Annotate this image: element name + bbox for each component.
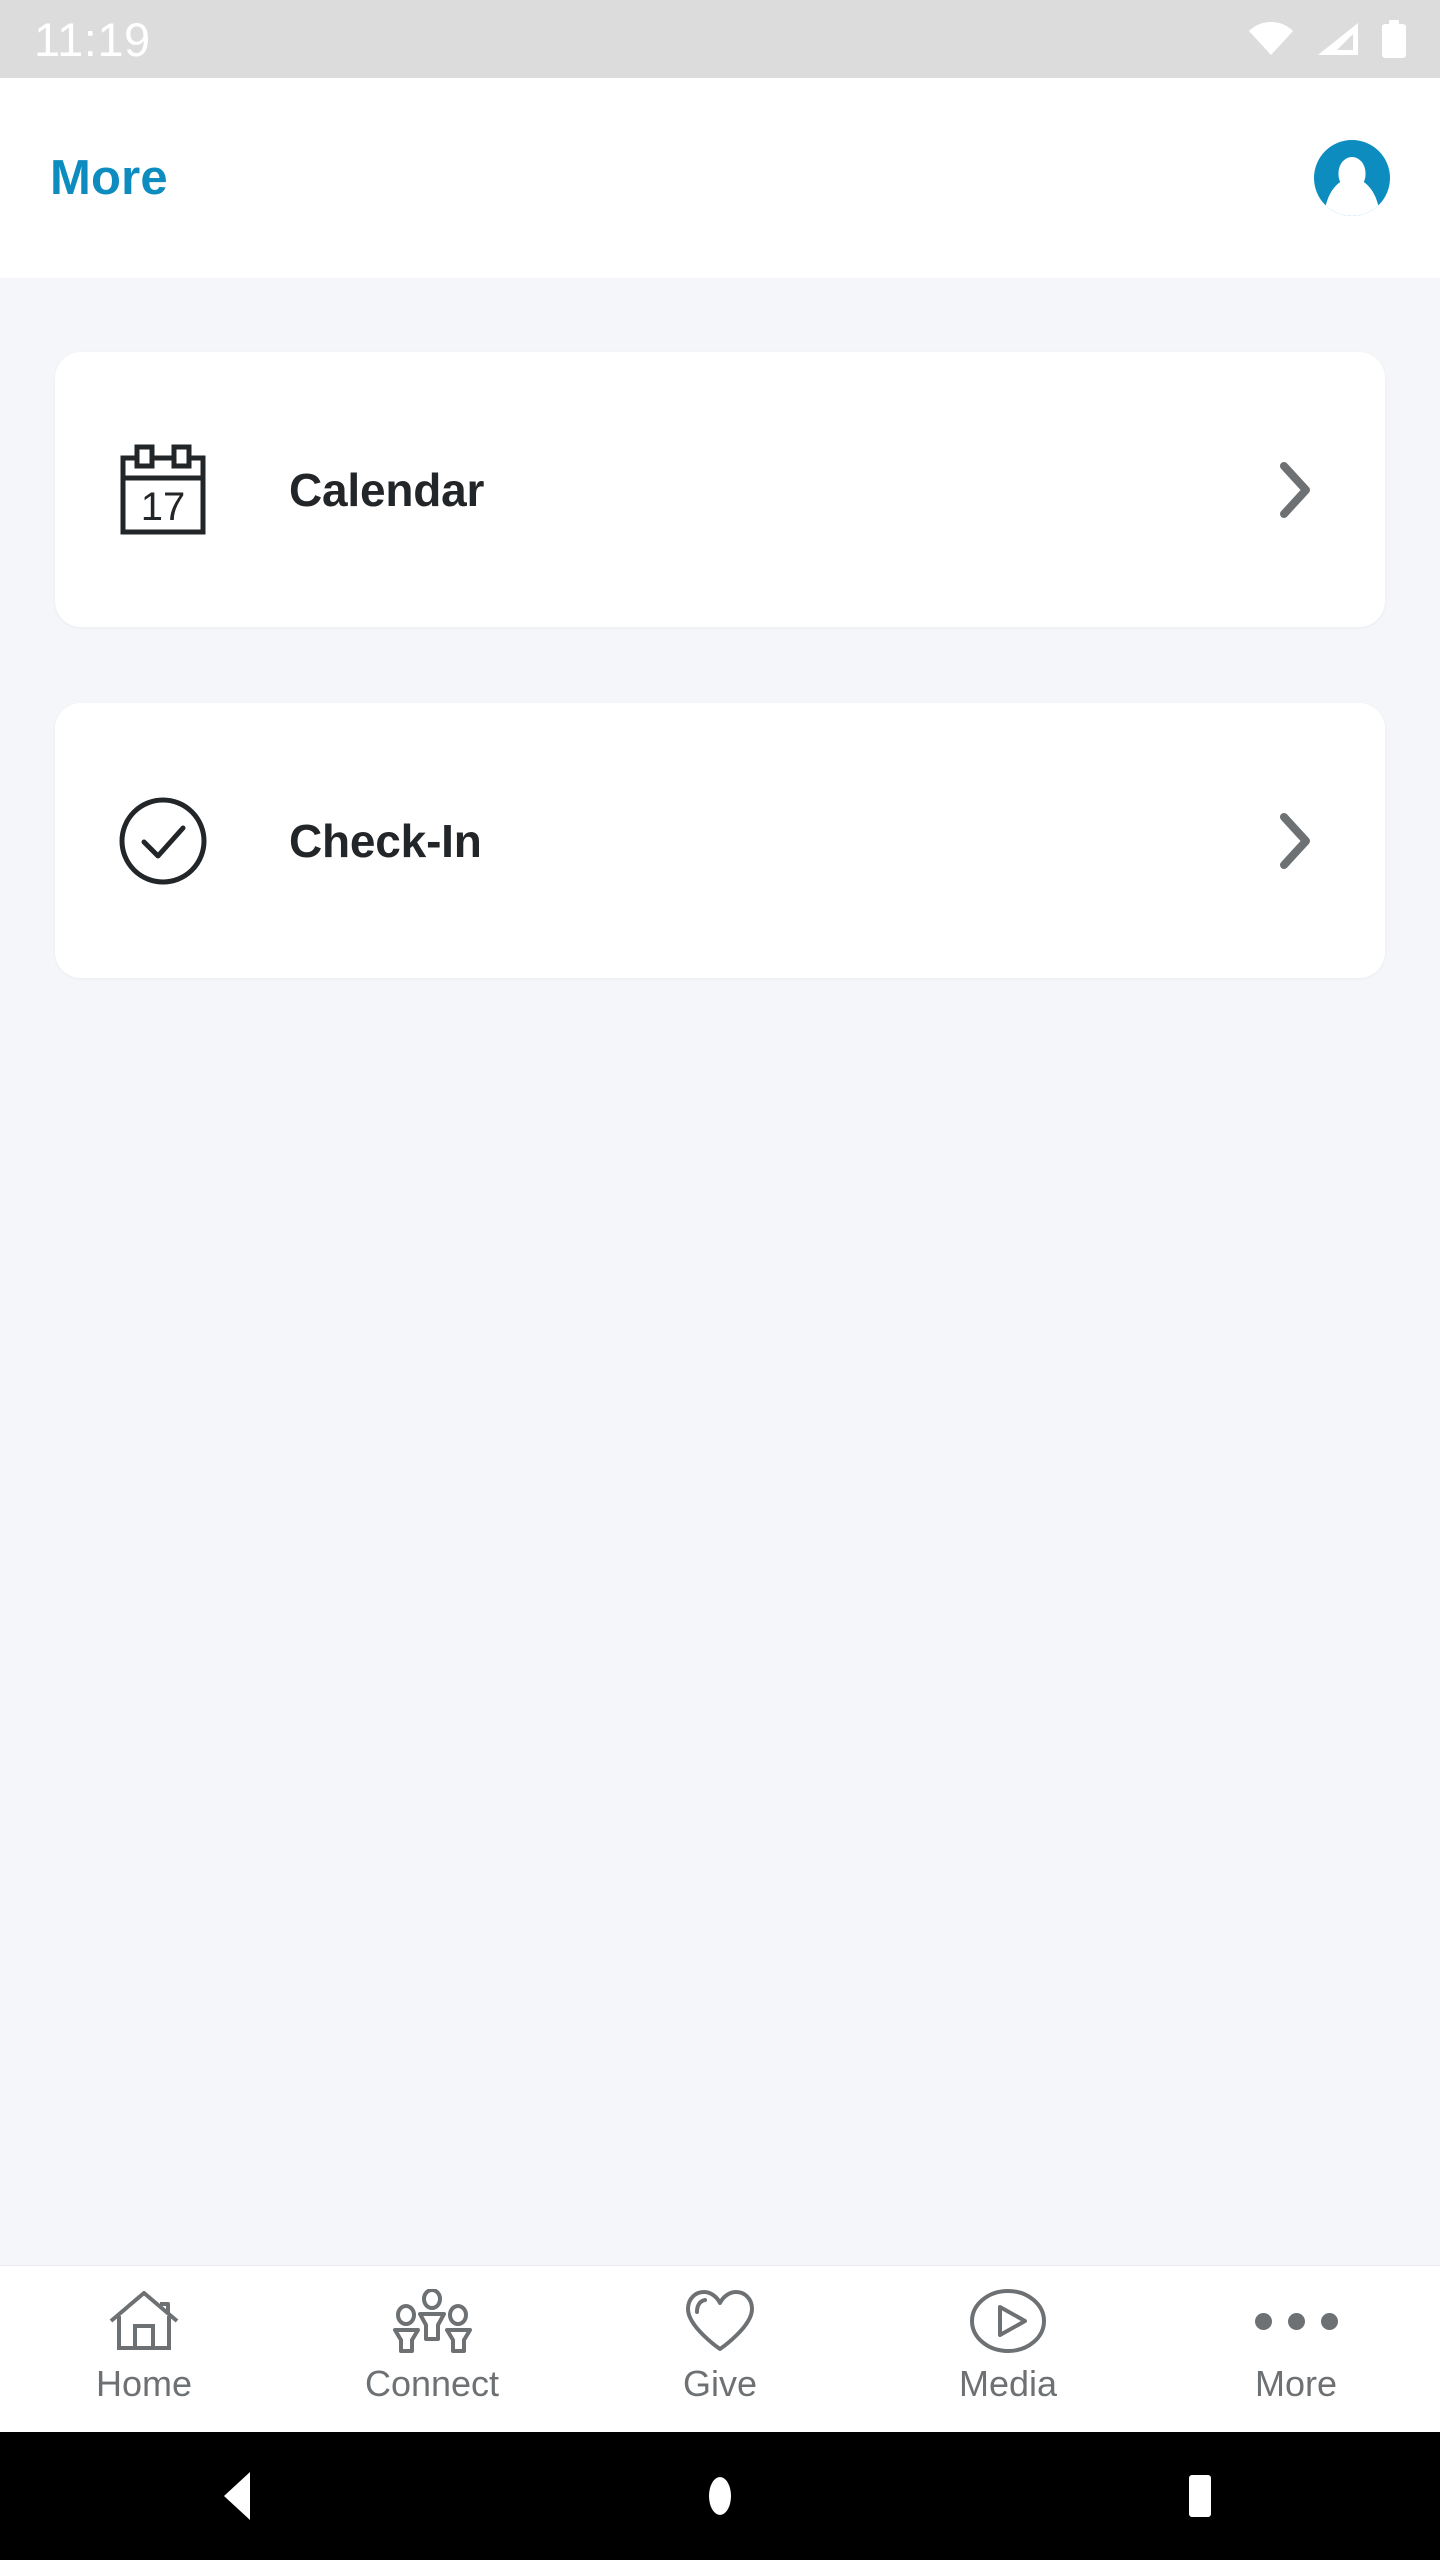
status-bar: 11:19 [0, 0, 1440, 78]
svg-text:17: 17 [141, 485, 186, 529]
page-title: More [50, 151, 168, 205]
dot [1254, 2312, 1272, 2330]
nav-label: Media [958, 2363, 1058, 2404]
user-avatar-icon[interactable] [1314, 140, 1390, 216]
bottom-navigation: Home Connect Give Media More [0, 2265, 1440, 2432]
main-content: 17 Calendar Check-In [0, 278, 1440, 2265]
home-icon[interactable] [108, 2288, 180, 2354]
avatar-body [1324, 178, 1380, 216]
nav-item-home[interactable]: Home [0, 2288, 288, 2402]
home-button[interactable] [480, 2474, 960, 2518]
ellipsis-dots [1254, 2312, 1338, 2330]
nav-item-connect[interactable]: Connect [288, 2288, 576, 2402]
android-system-nav [0, 2432, 1440, 2560]
menu-item-calendar[interactable]: 17 Calendar [55, 352, 1385, 627]
heart-icon[interactable] [684, 2288, 756, 2354]
chevron-right-icon[interactable] [1265, 460, 1325, 520]
menu-item-check-in[interactable]: Check-In [55, 703, 1385, 978]
app-header: More [0, 78, 1440, 278]
recents-button[interactable] [960, 2472, 1440, 2520]
status-bar-icons [1248, 20, 1406, 58]
nav-label: Home [95, 2363, 193, 2404]
check-circle-icon [115, 793, 211, 889]
menu-item-label: Calendar [289, 463, 485, 516]
chevron-right-icon[interactable] [1265, 811, 1325, 871]
battery-icon [1382, 20, 1406, 58]
profile-button[interactable] [1314, 140, 1390, 216]
phone-screen: 11:19 More 17 Calendar Check-In Home Con… [0, 0, 1440, 2560]
menu-item-label: Check-In [289, 814, 482, 867]
calendar-17-icon: 17 [115, 442, 211, 538]
ellipsis-icon[interactable] [1254, 2288, 1338, 2354]
status-bar-clock: 11:19 [34, 12, 151, 66]
nav-item-more[interactable]: More [1152, 2288, 1440, 2402]
wifi-icon [1248, 22, 1294, 56]
dot [1287, 2312, 1305, 2330]
nav-label: Connect [364, 2363, 500, 2404]
people-group-icon[interactable] [392, 2288, 472, 2354]
nav-item-give[interactable]: Give [576, 2288, 864, 2402]
cellular-signal-icon [1316, 22, 1360, 56]
play-circle-icon[interactable] [969, 2288, 1047, 2354]
nav-label: Give [682, 2363, 758, 2404]
dot [1320, 2312, 1338, 2330]
back-button[interactable] [0, 2470, 480, 2522]
nav-label: More [1254, 2363, 1338, 2404]
nav-item-media[interactable]: Media [864, 2288, 1152, 2402]
